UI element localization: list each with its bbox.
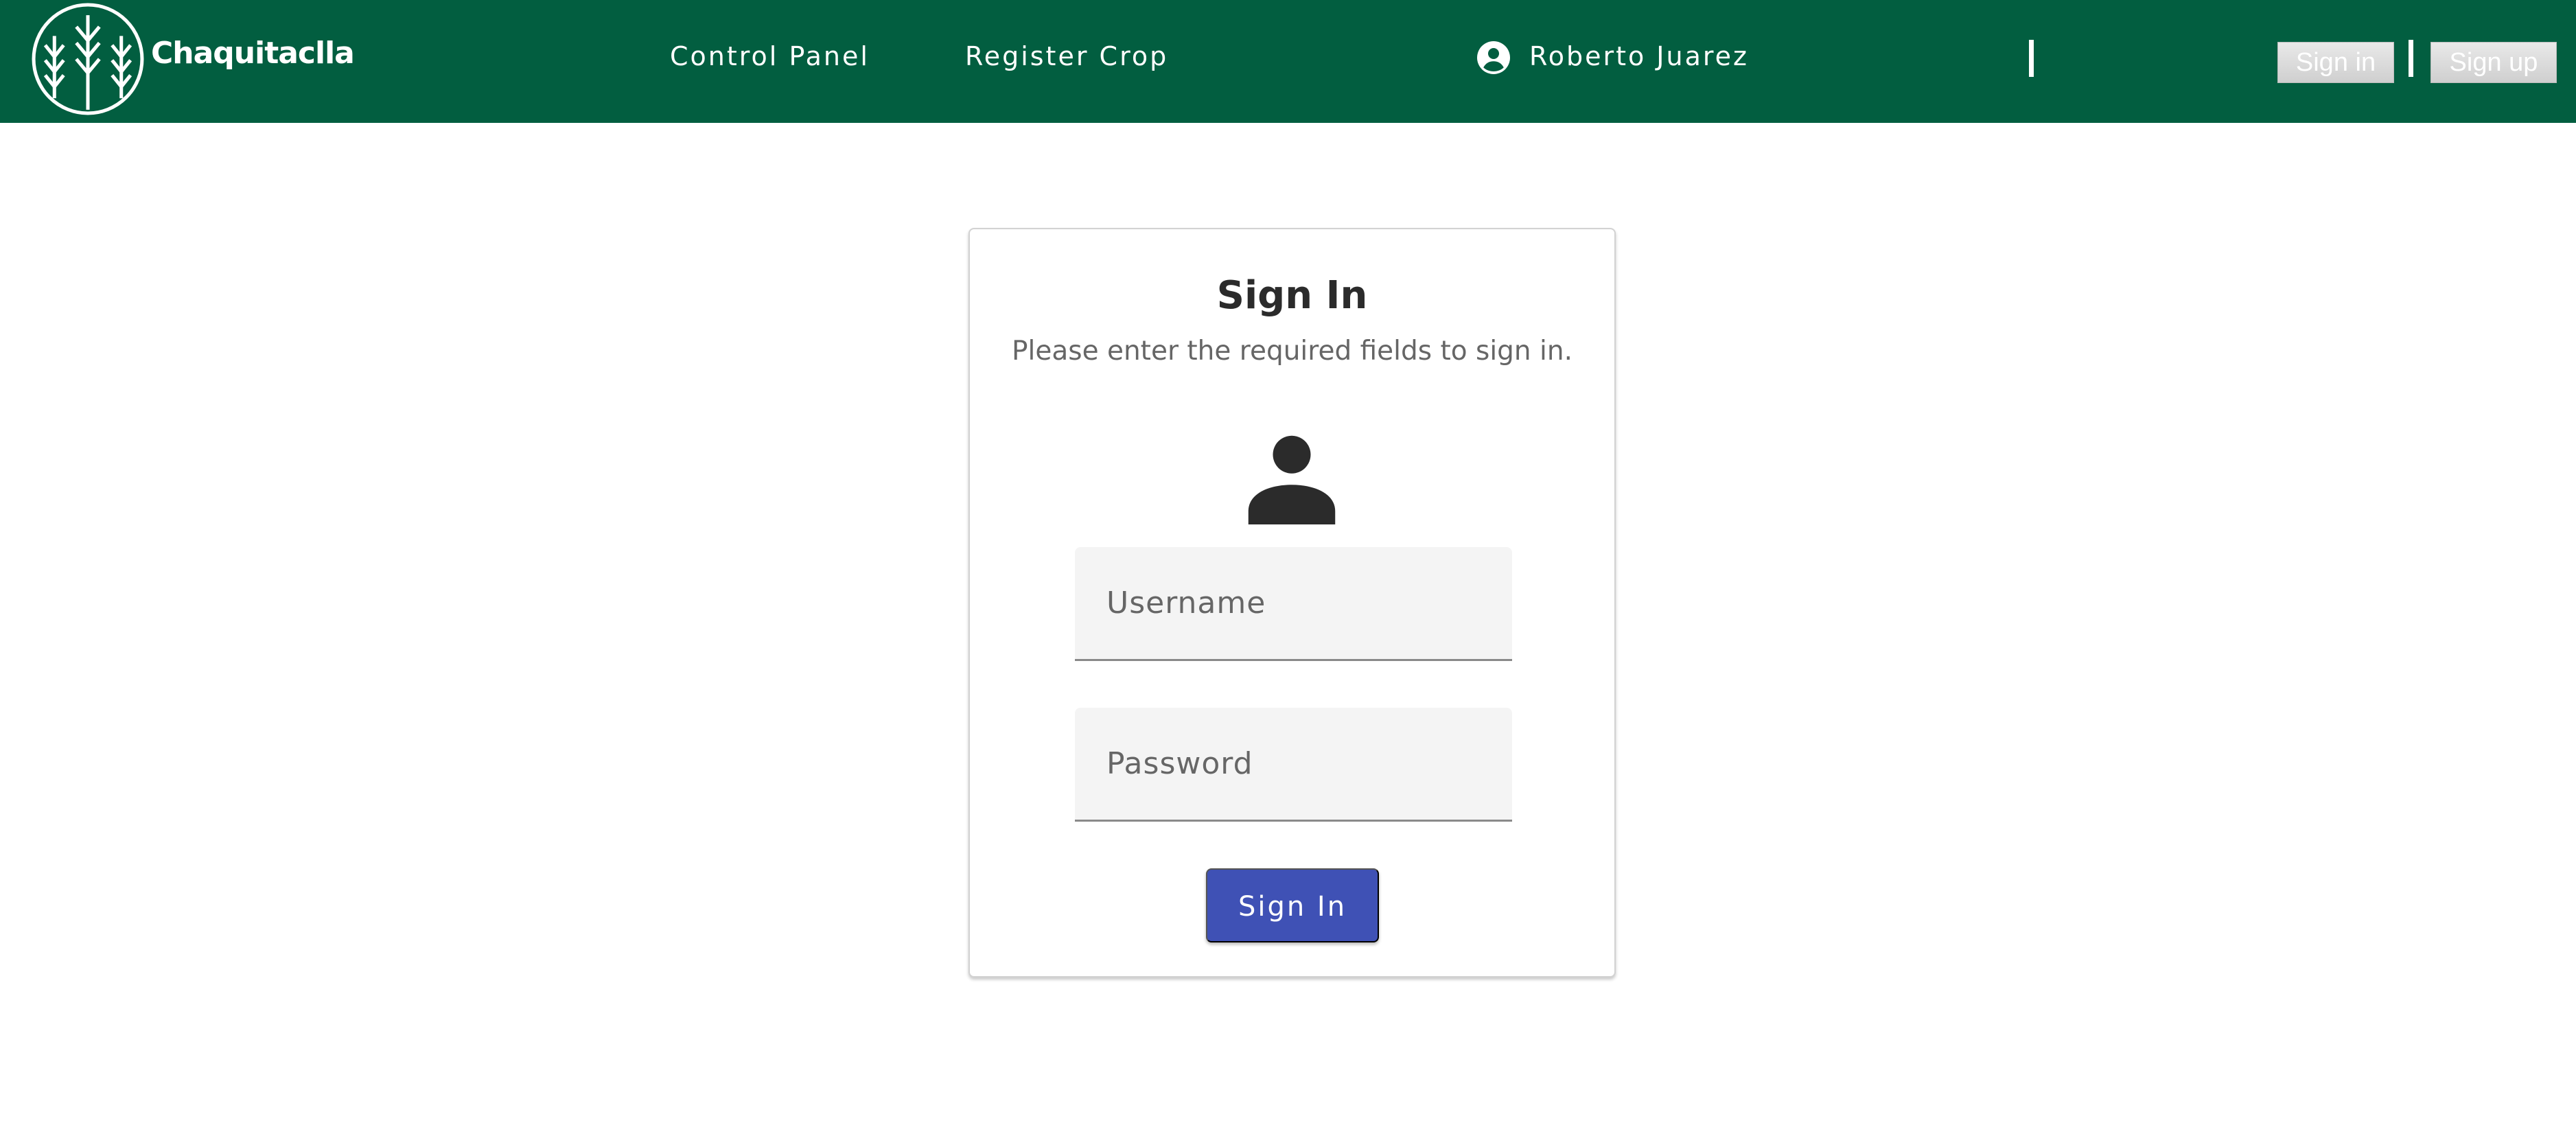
wheat-logo-icon[interactable] <box>30 1 146 117</box>
account-circle-icon <box>1477 41 1510 74</box>
signin-subtitle: Please enter the required fields to sign… <box>1012 336 1573 367</box>
signin-card: Sign In Please enter the required fields… <box>968 228 1616 977</box>
password-input[interactable] <box>1075 708 1512 820</box>
password-field <box>1075 708 1512 822</box>
sign-in-button[interactable]: Sign In <box>1206 868 1379 942</box>
nav-divider <box>2029 40 2034 77</box>
username-field <box>1075 547 1512 661</box>
signin-title: Sign In <box>1216 273 1368 318</box>
top-navbar: Chaquitaclla Control Panel Register Crop… <box>0 0 2576 123</box>
user-name[interactable]: Roberto Juarez <box>1529 41 1749 71</box>
header-sign-up-button[interactable]: Sign up <box>2430 42 2557 83</box>
nav-divider <box>2409 40 2413 77</box>
brand-name[interactable]: Chaquitaclla <box>151 36 355 71</box>
person-icon <box>1248 435 1336 524</box>
username-input[interactable] <box>1075 547 1512 659</box>
header-sign-in-button[interactable]: Sign in <box>2277 42 2394 83</box>
nav-control-panel[interactable]: Control Panel <box>670 41 870 71</box>
nav-register-crop[interactable]: Register Crop <box>965 41 1168 71</box>
